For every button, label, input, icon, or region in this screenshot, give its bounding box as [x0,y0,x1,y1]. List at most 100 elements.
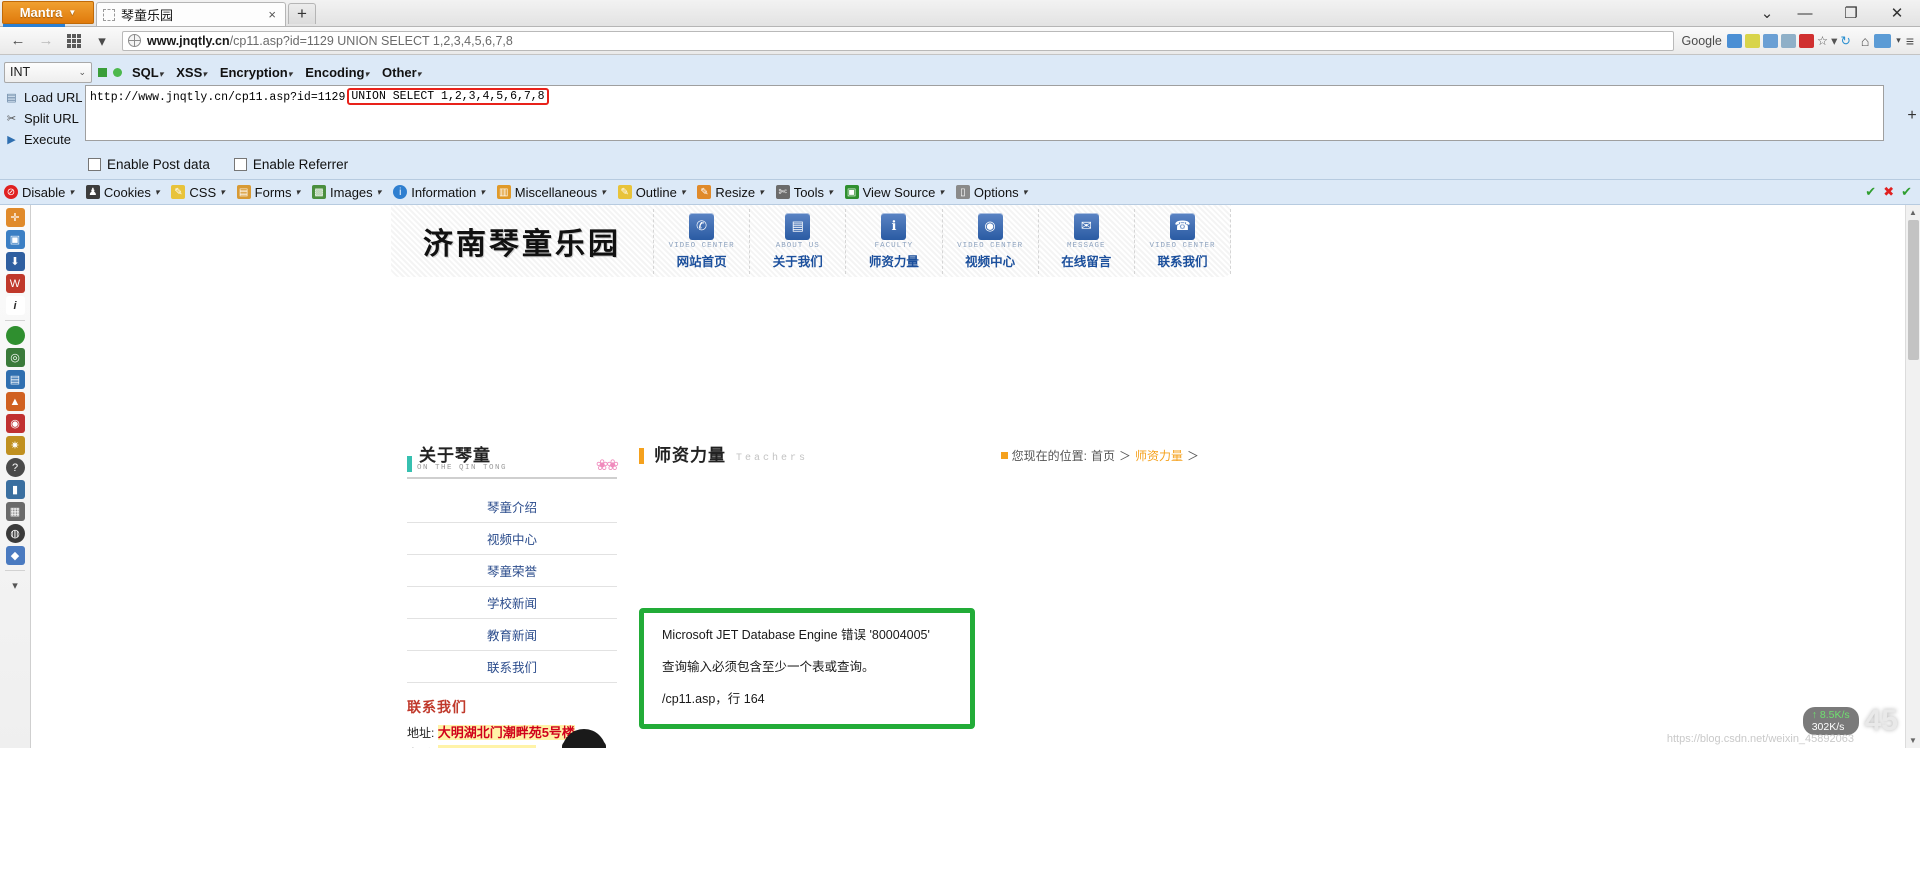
more-icon[interactable]: ▾ [6,576,25,595]
validate-ok2-icon[interactable]: ✔ [1901,184,1912,200]
back-icon[interactable]: ← [6,30,30,52]
download-icon[interactable]: ⬇ [5,252,25,271]
tab-title: 琴童乐园 [121,8,174,23]
execute-button[interactable]: ▶ Execute [4,129,85,150]
split-url-label: Split URL [24,111,79,126]
home-icon[interactable]: ⌂ [1861,33,1869,49]
word-icon[interactable]: W [5,274,25,293]
scroll-down-icon[interactable]: ▼ [1906,733,1920,748]
menu-encoding[interactable]: Encoding▾ [305,65,369,80]
nav-item-home[interactable]: ✆ VIDEO CENTER 网站首页 [653,208,749,274]
breadcrumb-current[interactable]: 师资力量 [1135,447,1183,464]
nav-item-video[interactable]: ◉ VIDEO CENTER 视频中心 [941,208,1038,274]
enable-referrer-label: Enable Referrer [252,157,349,172]
bookmark-star-icon[interactable]: ☆ [1817,33,1828,48]
close-icon[interactable]: × [265,7,279,22]
devbar-item-options[interactable]: ▯ Options ▾ [955,185,1027,200]
grid-icon[interactable]: ▦ [5,502,25,521]
nav-en-label: VIDEO CENTER [957,241,1024,250]
info-icon[interactable]: i [5,296,25,315]
devbar-item-disable[interactable]: ⊘ Disable ▾ [4,185,74,200]
menu-icon[interactable]: ≡ [1906,33,1914,49]
nav-item-faculty[interactable]: ℹ FACULTY 师资力量 [845,208,941,274]
nav-item-contact[interactable]: ☎ VIDEO CENTER 联系我们 [1133,208,1232,274]
devbar-item-resize[interactable]: ✎ Resize ▾ [697,185,764,200]
menu-encryption[interactable]: Encryption▾ [220,65,292,80]
list-all-tabs-icon[interactable]: ⌄ [1752,0,1782,26]
monitor-icon[interactable]: ▤ [5,370,25,389]
bug-icon[interactable]: ◎ [5,348,25,367]
split-url-button[interactable]: ✂ Split URL [4,108,85,129]
navbar-right-tools: ⌂ ▾ ≡ [1855,33,1914,49]
translate-icon[interactable] [1744,33,1760,48]
enable-post-data-checkbox[interactable]: Enable Post data [88,157,210,172]
reader-icon[interactable] [1874,33,1892,48]
globe-icon[interactable]: ◍ [5,524,25,543]
puzzle-icon[interactable]: ✛ [5,208,25,227]
menu-item[interactable]: 视频中心 [407,523,617,555]
devbar-item-tools[interactable]: ✄ Tools ▾ [775,185,833,200]
nav-item-message[interactable]: ✉ MESSAGE 在线留言 [1037,208,1134,274]
vertical-scrollbar[interactable]: ▲ ▼ [1905,205,1920,748]
scrollbar-thumb[interactable] [1908,220,1919,360]
nav-en-label: VIDEO CENTER [668,241,735,250]
menu-sql[interactable]: SQL▾ [132,65,163,80]
validate-ok-icon[interactable]: ✔ [1865,184,1876,200]
gear-icon[interactable]: ✷ [5,436,25,455]
plus-icon[interactable] [113,67,122,77]
browser-tab[interactable]: 琴童乐园 × [96,2,286,26]
chevron-down-icon[interactable]: ▾ [1896,35,1901,46]
close-window-button[interactable]: ✕ [1874,0,1920,26]
new-tab-button[interactable]: + [288,3,316,24]
toolbar-dropdown-icon[interactable]: ▾ [90,30,114,52]
split-url-icon: ✂ [6,113,17,125]
maximize-button[interactable]: ❐ [1828,0,1874,26]
devbar-item-miscellaneous[interactable]: ▥ Miscellaneous ▾ [496,185,606,200]
search-engine-area[interactable]: Google ☆ ▾ ↻ [1682,33,1851,48]
scroll-up-icon[interactable]: ▲ [1906,205,1920,220]
screenshot-icon[interactable] [1780,33,1796,48]
shield-icon[interactable]: ▣ [5,230,25,249]
hackbar-url-textarea[interactable]: http://www.jnqtly.cn/cp11.asp?id=1129 UNI… [85,85,1884,141]
forward-icon[interactable]: → [34,30,58,52]
fire-icon[interactable]: ▲ [5,392,25,411]
nav-item-about[interactable]: ▤ ABOUT US 关于我们 [749,208,845,274]
devbar-item-information[interactable]: i Information ▾ [393,185,485,200]
menu-xss[interactable]: XSS▾ [176,65,207,80]
flag-icon[interactable] [1798,33,1814,48]
devbar-item-view-source[interactable]: ▣ View Source ▾ [844,185,944,200]
load-url-button[interactable]: ▤ Load URL [4,87,85,108]
menu-item[interactable]: 琴童介绍 [407,491,617,523]
hackbar-add-button[interactable]: + [1904,85,1920,150]
devbar-item-css[interactable]: ✎ CSS ▾ [171,185,225,200]
dictionary-icon[interactable] [1762,33,1778,48]
dropdown-icon[interactable]: ▾ [1831,33,1837,48]
contact-label: 电话: [407,747,434,748]
breadcrumb-home-link[interactable]: 首页 [1091,447,1115,464]
address-bar[interactable]: www.jnqtly.cn /cp11.asp?id=1129 UNION SE… [122,30,1674,51]
snail-icon[interactable]: ◉ [5,414,25,433]
menu-item[interactable]: 学校新闻 [407,587,617,619]
chart-icon[interactable]: ▮ [5,480,25,499]
devbar-item-images[interactable]: ▩ Images ▾ [312,185,381,200]
enable-referrer-checkbox[interactable]: Enable Referrer [233,157,349,172]
minus-icon[interactable] [98,67,107,77]
nav-en-label: ABOUT US [775,241,820,250]
type-select[interactable]: INT ⌄ [4,61,92,83]
circle-green-icon[interactable] [5,326,25,345]
menu-item[interactable]: 联系我们 [407,651,617,683]
menu-item[interactable]: 琴童荣誉 [407,555,617,587]
apps-grid-icon[interactable] [62,30,86,52]
help-icon[interactable]: ? [5,458,25,477]
devbar-item-outline[interactable]: ✎ Outline ▾ [617,185,685,200]
reload-icon[interactable]: ↻ [1840,33,1850,48]
menu-other[interactable]: Other▾ [382,65,421,80]
mantra-menu-button[interactable]: Mantra ▼ [2,1,94,24]
devbar-item-cookies[interactable]: ♟ Cookies ▾ [85,185,159,200]
flag-icon[interactable]: ◆ [5,546,25,565]
menu-item[interactable]: 教育新闻 [407,619,617,651]
minimize-button[interactable]: — [1782,0,1828,26]
validate-error-icon[interactable]: ✖ [1883,184,1894,200]
devbar-item-forms[interactable]: ▤ Forms ▾ [236,185,300,200]
search-icon[interactable] [1726,33,1742,48]
